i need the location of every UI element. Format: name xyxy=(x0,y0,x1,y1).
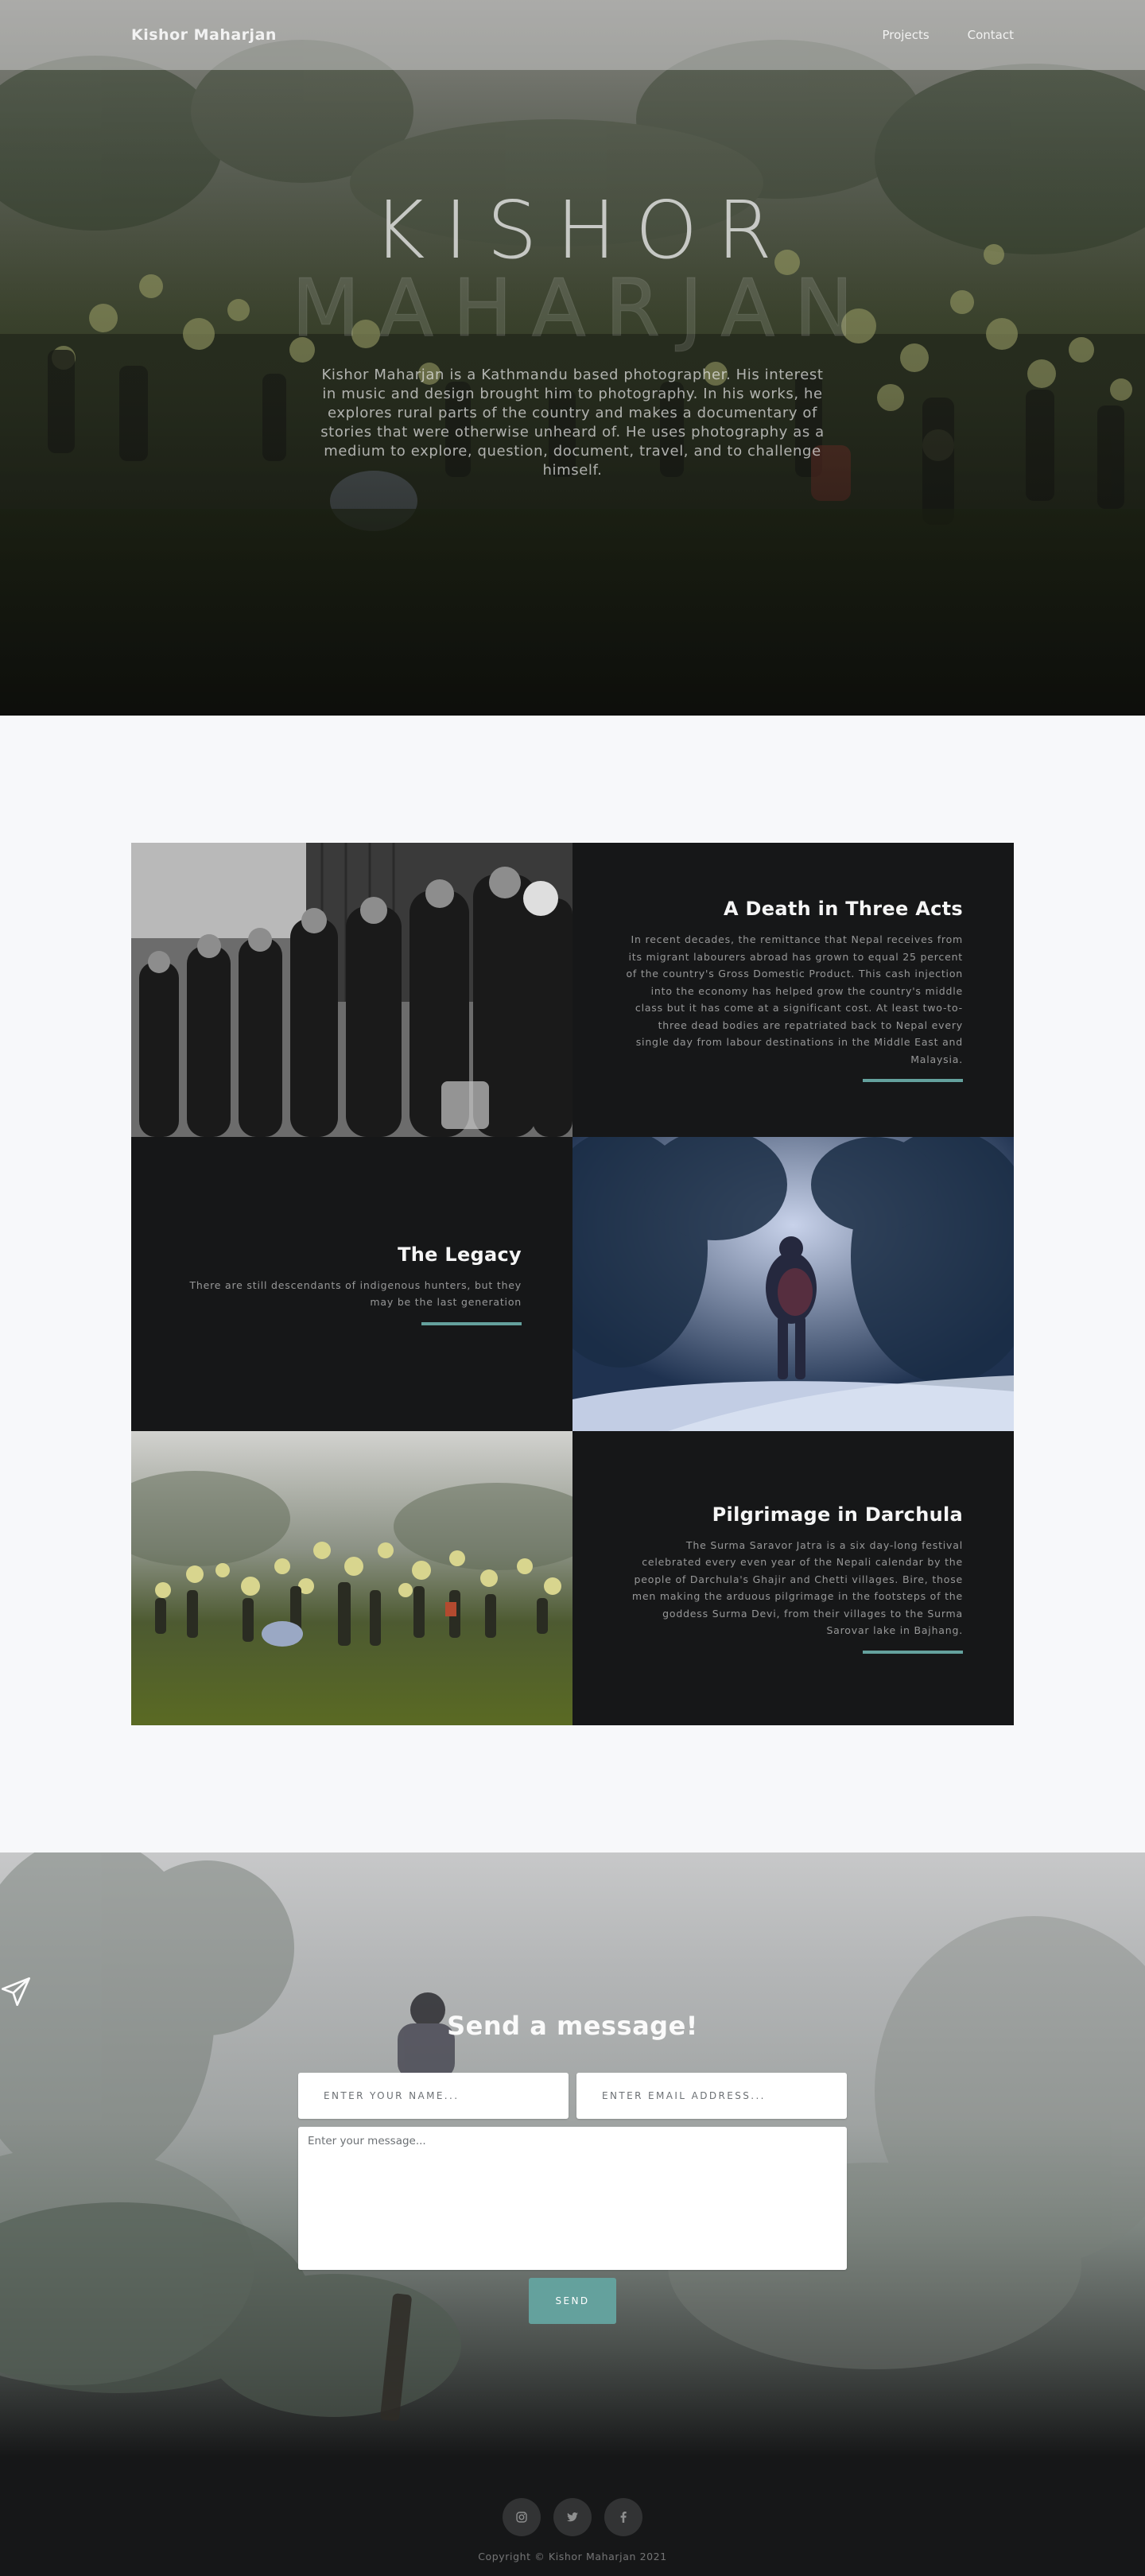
accent-divider xyxy=(863,1650,963,1654)
message-textarea[interactable]: Enter your message... xyxy=(298,2127,847,2270)
accent-divider xyxy=(421,1321,522,1325)
contact-content: Send a message! ENTER YOUR NAME... ENTER… xyxy=(0,1976,1145,2324)
contact-title: Send a message! xyxy=(447,2011,698,2041)
facebook-icon[interactable] xyxy=(604,2498,642,2536)
project-image-pilgrimage-in-darchula xyxy=(131,1431,572,1725)
nav-link-contact[interactable]: Contact xyxy=(968,28,1014,42)
hero-content: KISHOR MAHARJAN Kishor Maharjan is a Kat… xyxy=(0,191,1145,480)
project-title: Pilgrimage in Darchula xyxy=(712,1503,963,1526)
project-row: Pilgrimage in Darchula The Surma Saravor… xyxy=(131,1431,1014,1725)
hero-section: KISHOR MAHARJAN Kishor Maharjan is a Kat… xyxy=(0,0,1145,716)
hero-title-first-name: KISHOR xyxy=(373,184,791,277)
project-card-pilgrimage-in-darchula[interactable]: Pilgrimage in Darchula The Surma Saravor… xyxy=(572,1431,1014,1725)
project-card-the-legacy[interactable]: The Legacy There are still descendants o… xyxy=(131,1137,572,1431)
project-card-death-in-three-acts[interactable]: A Death in Three Acts In recent decades,… xyxy=(572,843,1014,1137)
instagram-icon[interactable] xyxy=(503,2498,541,2536)
project-image-death-in-three-acts xyxy=(131,843,572,1137)
project-description: In recent decades, the remittance that N… xyxy=(626,933,963,1065)
contact-form: ENTER YOUR NAME... ENTER EMAIL ADDRESS..… xyxy=(298,2073,847,2324)
project-row: A Death in Three Acts In recent decades,… xyxy=(131,843,1014,1137)
brand-link[interactable]: Kishor Maharjan xyxy=(131,26,277,44)
project-title: The Legacy xyxy=(398,1243,522,1266)
footer: Copyright © Kishor Maharjan 2021 xyxy=(0,2457,1145,2576)
social-links xyxy=(0,2498,1145,2536)
email-input[interactable]: ENTER EMAIL ADDRESS... xyxy=(576,2073,847,2119)
name-input[interactable]: ENTER YOUR NAME... xyxy=(298,2073,569,2119)
hero-description: Kishor Maharjan is a Kathmandu based pho… xyxy=(320,367,825,479)
send-button[interactable]: SEND xyxy=(529,2278,616,2324)
project-image-the-legacy xyxy=(572,1137,1014,1431)
copyright-text: Copyright © Kishor Maharjan 2021 xyxy=(478,2551,667,2562)
hero-title-last-name: MAHARJAN xyxy=(291,262,873,355)
accent-divider xyxy=(863,1079,963,1082)
contact-section: Send a message! ENTER YOUR NAME... ENTER… xyxy=(0,1852,1145,2457)
project-title: A Death in Three Acts xyxy=(724,898,963,920)
form-row: ENTER YOUR NAME... ENTER EMAIL ADDRESS..… xyxy=(298,2073,847,2119)
project-description: The Surma Saravor Jatra is a six day-lon… xyxy=(631,1538,963,1637)
project-description: There are still descendants of indigenou… xyxy=(189,1278,522,1309)
projects-section: A Death in Three Acts In recent decades,… xyxy=(131,843,1014,1725)
project-row: The Legacy There are still descendants o… xyxy=(131,1137,1014,1431)
twitter-icon[interactable] xyxy=(553,2498,592,2536)
nav-link-projects[interactable]: Projects xyxy=(883,28,930,42)
nav-links: Projects Contact xyxy=(883,28,1015,42)
top-navbar: Kishor Maharjan Projects Contact xyxy=(0,0,1145,70)
paper-plane-icon xyxy=(2,1976,588,2008)
